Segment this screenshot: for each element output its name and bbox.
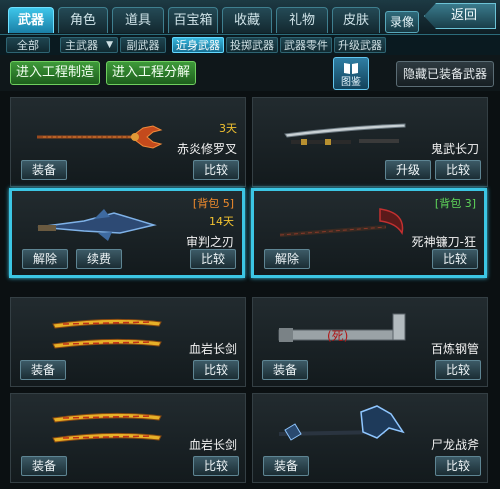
chevron-down-icon: ▼ [106,40,113,50]
decompose-button[interactable]: 进入工程分解 [106,61,196,85]
tab-treasure-box[interactable]: 百宝箱 [168,7,218,33]
weapon-card[interactable]: 鬼武长刀 升级 比较 [252,97,488,187]
catalog-label: 图鉴 [341,77,361,88]
blood-rock-sword-image [52,412,162,443]
compare-button[interactable]: 比较 [190,249,236,269]
subtab-secondary[interactable]: 副武器 [120,37,166,53]
unequip-button[interactable]: 解除 [264,249,310,269]
equip-button[interactable]: 装备 [262,360,308,380]
trident-weapon-image [37,125,163,149]
compare-button[interactable]: 比较 [435,360,481,380]
equip-button[interactable]: 装备 [20,360,66,380]
weapon-name: 血岩长剑 [188,342,237,356]
pipe-graffiti-text: (死) [327,329,348,343]
dragon-axe-image [278,405,405,441]
weapon-card[interactable]: 尸龙战斧 装备 比较 [252,393,488,483]
weapon-name: 鬼武长刀 [430,142,479,156]
katana-weapon-image [284,123,406,145]
equip-button[interactable]: 装备 [21,160,67,180]
subtab-throwing[interactable]: 投掷武器 [226,37,278,53]
primary-weapon-select[interactable]: 主武器 ▼ [60,37,118,53]
weapon-name: 赤炎修罗叉 [176,142,237,156]
craft-button[interactable]: 进入工程制造 [10,61,100,85]
main-tab-bar: 武器 角色 道具 百宝箱 收藏 礼物 皮肤 录像 返回 [0,0,500,35]
expire-days: 14天 [209,215,234,228]
equip-button[interactable]: 装备 [263,456,309,476]
weapon-card[interactable]: [背包 5] 14天 审判之刃 解除 续费 比较 [9,188,245,278]
judgment-blade-image [37,209,157,241]
weapon-category-bar: 全部 主武器 ▼ 副武器 近身武器 投掷武器 武器零件 升级武器 [0,35,500,55]
tab-gifts[interactable]: 礼物 [276,7,328,33]
tab-items[interactable]: 道具 [112,7,164,33]
weapon-grid: 3天 赤炎修罗叉 装备 比较 鬼武长刀 升级 比较 [背包 5] 14天 审判之… [0,91,500,489]
compare-button[interactable]: 比较 [432,249,478,269]
backpack-badge: [背包 3] [434,197,476,210]
catalog-button[interactable]: 图鉴 [333,57,369,90]
hide-equipped-button[interactable]: 隐藏已装备武器 [396,61,494,87]
compare-button[interactable]: 比较 [193,456,239,476]
backpack-badge: [背包 5] [192,197,234,210]
subtab-upgrade[interactable]: 升级武器 [334,37,386,53]
weapon-name: 百炼钢管 [430,342,479,356]
record-button[interactable]: 录像 [385,11,419,33]
blood-rock-sword-image [52,318,162,349]
weapon-name: 尸龙战斧 [430,438,479,452]
compare-button[interactable]: 比较 [435,160,481,180]
unequip-button[interactable]: 解除 [22,249,68,269]
steel-pipe-image: (死) [278,313,406,343]
compare-button[interactable]: 比较 [193,160,239,180]
compare-button[interactable]: 比较 [435,456,481,476]
tab-characters[interactable]: 角色 [58,7,108,33]
upgrade-button[interactable]: 升级 [385,160,431,180]
scythe-weapon-image [279,208,404,237]
weapon-name: 血岩长剑 [188,438,237,452]
tab-favorites[interactable]: 收藏 [222,7,272,33]
renew-button[interactable]: 续费 [76,249,122,269]
weapon-name: 审判之刃 [185,235,234,249]
back-button[interactable]: 返回 [424,3,496,29]
equip-button[interactable]: 装备 [21,456,67,476]
tab-weapons[interactable]: 武器 [8,7,54,33]
tab-skins[interactable]: 皮肤 [332,7,380,33]
compare-button[interactable]: 比较 [193,360,239,380]
subtab-parts[interactable]: 武器零件 [280,37,332,53]
subtab-melee[interactable]: 近身武器 [172,37,224,53]
primary-weapon-select-label: 主武器 [65,39,98,52]
subtab-all[interactable]: 全部 [6,37,50,53]
weapon-card[interactable]: [背包 3] 死神镰刀-狂 解除 比较 [251,188,487,278]
weapon-name: 死神镰刀-狂 [411,235,476,249]
expire-days: 3天 [219,122,237,135]
weapon-card[interactable]: 3天 赤炎修罗叉 装备 比较 [10,97,246,187]
weapon-card[interactable]: 血岩长剑 装备 比较 [10,393,246,483]
